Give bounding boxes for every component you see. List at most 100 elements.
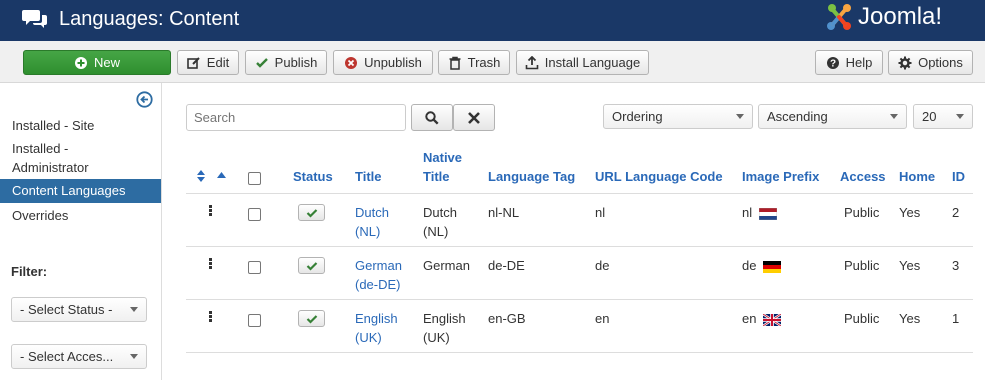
search-icon bbox=[425, 110, 439, 125]
install-language-button[interactable]: Install Language bbox=[516, 50, 649, 75]
drag-handle-icon[interactable] bbox=[209, 258, 213, 270]
check-icon bbox=[306, 261, 317, 271]
header-url-language-code[interactable]: URL Language Code bbox=[595, 167, 723, 186]
row-language-tag: nl-NL bbox=[488, 205, 520, 220]
row-checkbox[interactable] bbox=[248, 261, 261, 274]
row-native-title: German bbox=[423, 258, 470, 273]
row-url-code: nl bbox=[595, 205, 606, 220]
table-divider bbox=[186, 299, 973, 300]
publish-button-label: Publish bbox=[274, 55, 318, 70]
header-title[interactable]: Title bbox=[355, 167, 382, 186]
sort-asc-icon bbox=[217, 172, 226, 178]
status-published-button[interactable] bbox=[298, 310, 325, 327]
check-icon bbox=[306, 208, 317, 218]
limit-select-value: 20 bbox=[922, 109, 937, 124]
ordering-select[interactable]: Ordering bbox=[603, 104, 753, 129]
row-language-tag: de-DE bbox=[488, 258, 525, 273]
unpublish-button[interactable]: Unpublish bbox=[333, 50, 433, 75]
plus-circle-icon bbox=[74, 56, 87, 69]
clear-search-button[interactable] bbox=[453, 104, 495, 131]
nl-flag-icon bbox=[758, 207, 777, 220]
trash-button-label: Trash bbox=[467, 55, 501, 70]
gb-flag-icon bbox=[763, 313, 782, 326]
edit-icon bbox=[186, 56, 200, 69]
header-native-title[interactable]: Native Title bbox=[423, 148, 473, 186]
publish-button[interactable]: Publish bbox=[245, 50, 327, 75]
gear-icon bbox=[898, 56, 912, 69]
row-checkbox[interactable] bbox=[248, 208, 261, 221]
row-image-prefix: nl bbox=[742, 203, 777, 222]
drag-handle-icon[interactable] bbox=[209, 205, 213, 217]
header-home[interactable]: Home bbox=[899, 167, 935, 186]
row-url-code: en bbox=[595, 311, 610, 326]
filter-title: Filter: bbox=[11, 264, 48, 279]
unpublish-button-label: Unpublish bbox=[364, 55, 422, 70]
row-home: Yes bbox=[899, 205, 921, 220]
drag-handle-icon[interactable] bbox=[209, 311, 213, 323]
sidebar-item-overrides[interactable]: Overrides bbox=[0, 206, 161, 225]
chevron-down-icon bbox=[890, 114, 898, 119]
row-checkbox[interactable] bbox=[248, 314, 261, 327]
row-title-link[interactable]: Dutch (NL) bbox=[355, 203, 405, 241]
install-language-button-label: Install Language bbox=[544, 55, 641, 70]
header-access[interactable]: Access bbox=[840, 167, 886, 186]
row-id: 2 bbox=[952, 205, 960, 220]
joomla-logo-icon bbox=[827, 4, 851, 30]
select-access-value: - Select Acces... bbox=[20, 349, 114, 364]
select-access[interactable]: - Select Acces... bbox=[11, 344, 147, 369]
trash-icon bbox=[449, 56, 461, 70]
sidebar-item-installed-site[interactable]: Installed - Site bbox=[0, 116, 161, 135]
status-published-button[interactable] bbox=[298, 257, 325, 274]
help-button-label: Help bbox=[845, 55, 873, 70]
toolbar: New Edit Publish Unpublish Trash Install… bbox=[0, 41, 985, 83]
upload-icon bbox=[525, 55, 539, 69]
options-button-label: Options bbox=[918, 55, 963, 70]
new-button[interactable]: New bbox=[23, 50, 171, 75]
edit-button-label: Edit bbox=[206, 55, 230, 70]
header-image-prefix[interactable]: Image Prefix bbox=[742, 167, 819, 186]
table-divider bbox=[186, 246, 973, 247]
select-status[interactable]: - Select Status - bbox=[11, 297, 147, 322]
row-url-code: de bbox=[595, 258, 610, 273]
row-image-prefix: de bbox=[742, 256, 782, 275]
select-all-checkbox[interactable] bbox=[248, 172, 261, 185]
help-button[interactable]: ? Help bbox=[815, 50, 883, 75]
joomla-logo-text: Joomla! bbox=[858, 3, 943, 30]
select-status-value: - Select Status - bbox=[20, 302, 113, 317]
row-native-title: Dutch (NL) bbox=[423, 205, 457, 239]
header-id[interactable]: ID bbox=[952, 167, 965, 186]
row-image-prefix-text: en bbox=[742, 311, 757, 326]
table-divider bbox=[186, 352, 973, 353]
row-image-prefix-text: de bbox=[742, 258, 757, 273]
row-image-prefix-text: nl bbox=[742, 205, 753, 220]
edit-button[interactable]: Edit bbox=[177, 50, 239, 75]
collapse-sidebar-icon[interactable] bbox=[136, 91, 153, 108]
question-circle-icon: ? bbox=[826, 56, 839, 69]
de-flag-icon bbox=[763, 260, 782, 273]
header-language-tag[interactable]: Language Tag bbox=[488, 167, 575, 186]
status-published-button[interactable] bbox=[298, 204, 325, 221]
svg-text:?: ? bbox=[830, 58, 836, 69]
direction-select-value: Ascending bbox=[767, 109, 828, 124]
app-header: Languages: Content Joomla! bbox=[0, 0, 985, 41]
check-icon bbox=[255, 57, 268, 68]
chevron-down-icon bbox=[130, 307, 138, 312]
chevron-down-icon bbox=[736, 114, 744, 119]
new-button-label: New bbox=[93, 55, 120, 70]
search-button[interactable] bbox=[411, 104, 453, 131]
header-status[interactable]: Status bbox=[293, 167, 333, 186]
direction-select[interactable]: Ascending bbox=[758, 104, 907, 129]
options-button[interactable]: Options bbox=[888, 50, 973, 75]
sort-ordering-icon[interactable] bbox=[196, 170, 206, 182]
unpublish-icon bbox=[345, 56, 358, 69]
trash-button[interactable]: Trash bbox=[438, 50, 510, 75]
sidebar-item-content-languages[interactable]: Content Languages bbox=[0, 179, 161, 203]
table-divider bbox=[186, 193, 973, 194]
close-icon bbox=[468, 111, 480, 124]
check-icon bbox=[306, 314, 317, 324]
sidebar-item-installed-administrator[interactable]: Installed - Administrator bbox=[0, 139, 120, 177]
limit-select[interactable]: 20 bbox=[913, 104, 973, 129]
search-input[interactable] bbox=[186, 104, 406, 131]
row-title-link[interactable]: German (de-DE) bbox=[355, 256, 410, 294]
row-title-link[interactable]: English (UK) bbox=[355, 309, 405, 347]
